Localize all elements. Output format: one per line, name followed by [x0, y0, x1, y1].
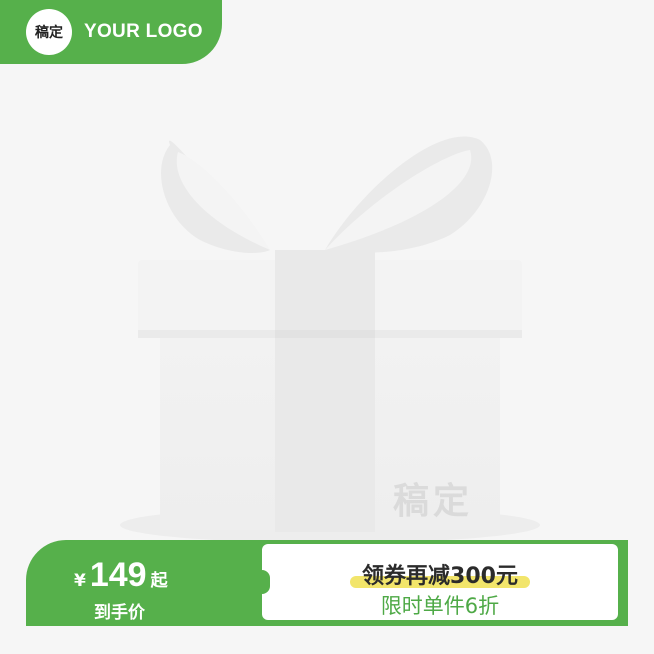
- logo-badge: 稿定: [26, 9, 72, 55]
- logo-badge-text: 稿定: [35, 25, 63, 41]
- logo-text: YOUR LOGO: [84, 21, 203, 42]
- logo-banner: 稿定 YOUR LOGO: [0, 0, 222, 64]
- currency-symbol: ¥: [74, 571, 86, 591]
- coupon-headline-text: 领券再减300元: [362, 564, 518, 589]
- gift-box-image: [120, 100, 540, 540]
- watermark-text: 稿定: [393, 481, 474, 522]
- price-row: ¥ 149 起: [74, 556, 168, 595]
- coupon-subline: 限时单件6折: [380, 594, 500, 618]
- coupon-card[interactable]: 领券再减300元 限时单件6折: [254, 544, 618, 620]
- coupon-headline: 领券再减300元: [350, 558, 530, 590]
- gift-box-icon: [120, 136, 540, 540]
- price-suffix: 起: [150, 571, 168, 591]
- price-amount: 149: [89, 556, 147, 594]
- final-price-label: 到手价: [94, 603, 145, 623]
- coupon-headline-row: 领券再减300元: [262, 558, 618, 590]
